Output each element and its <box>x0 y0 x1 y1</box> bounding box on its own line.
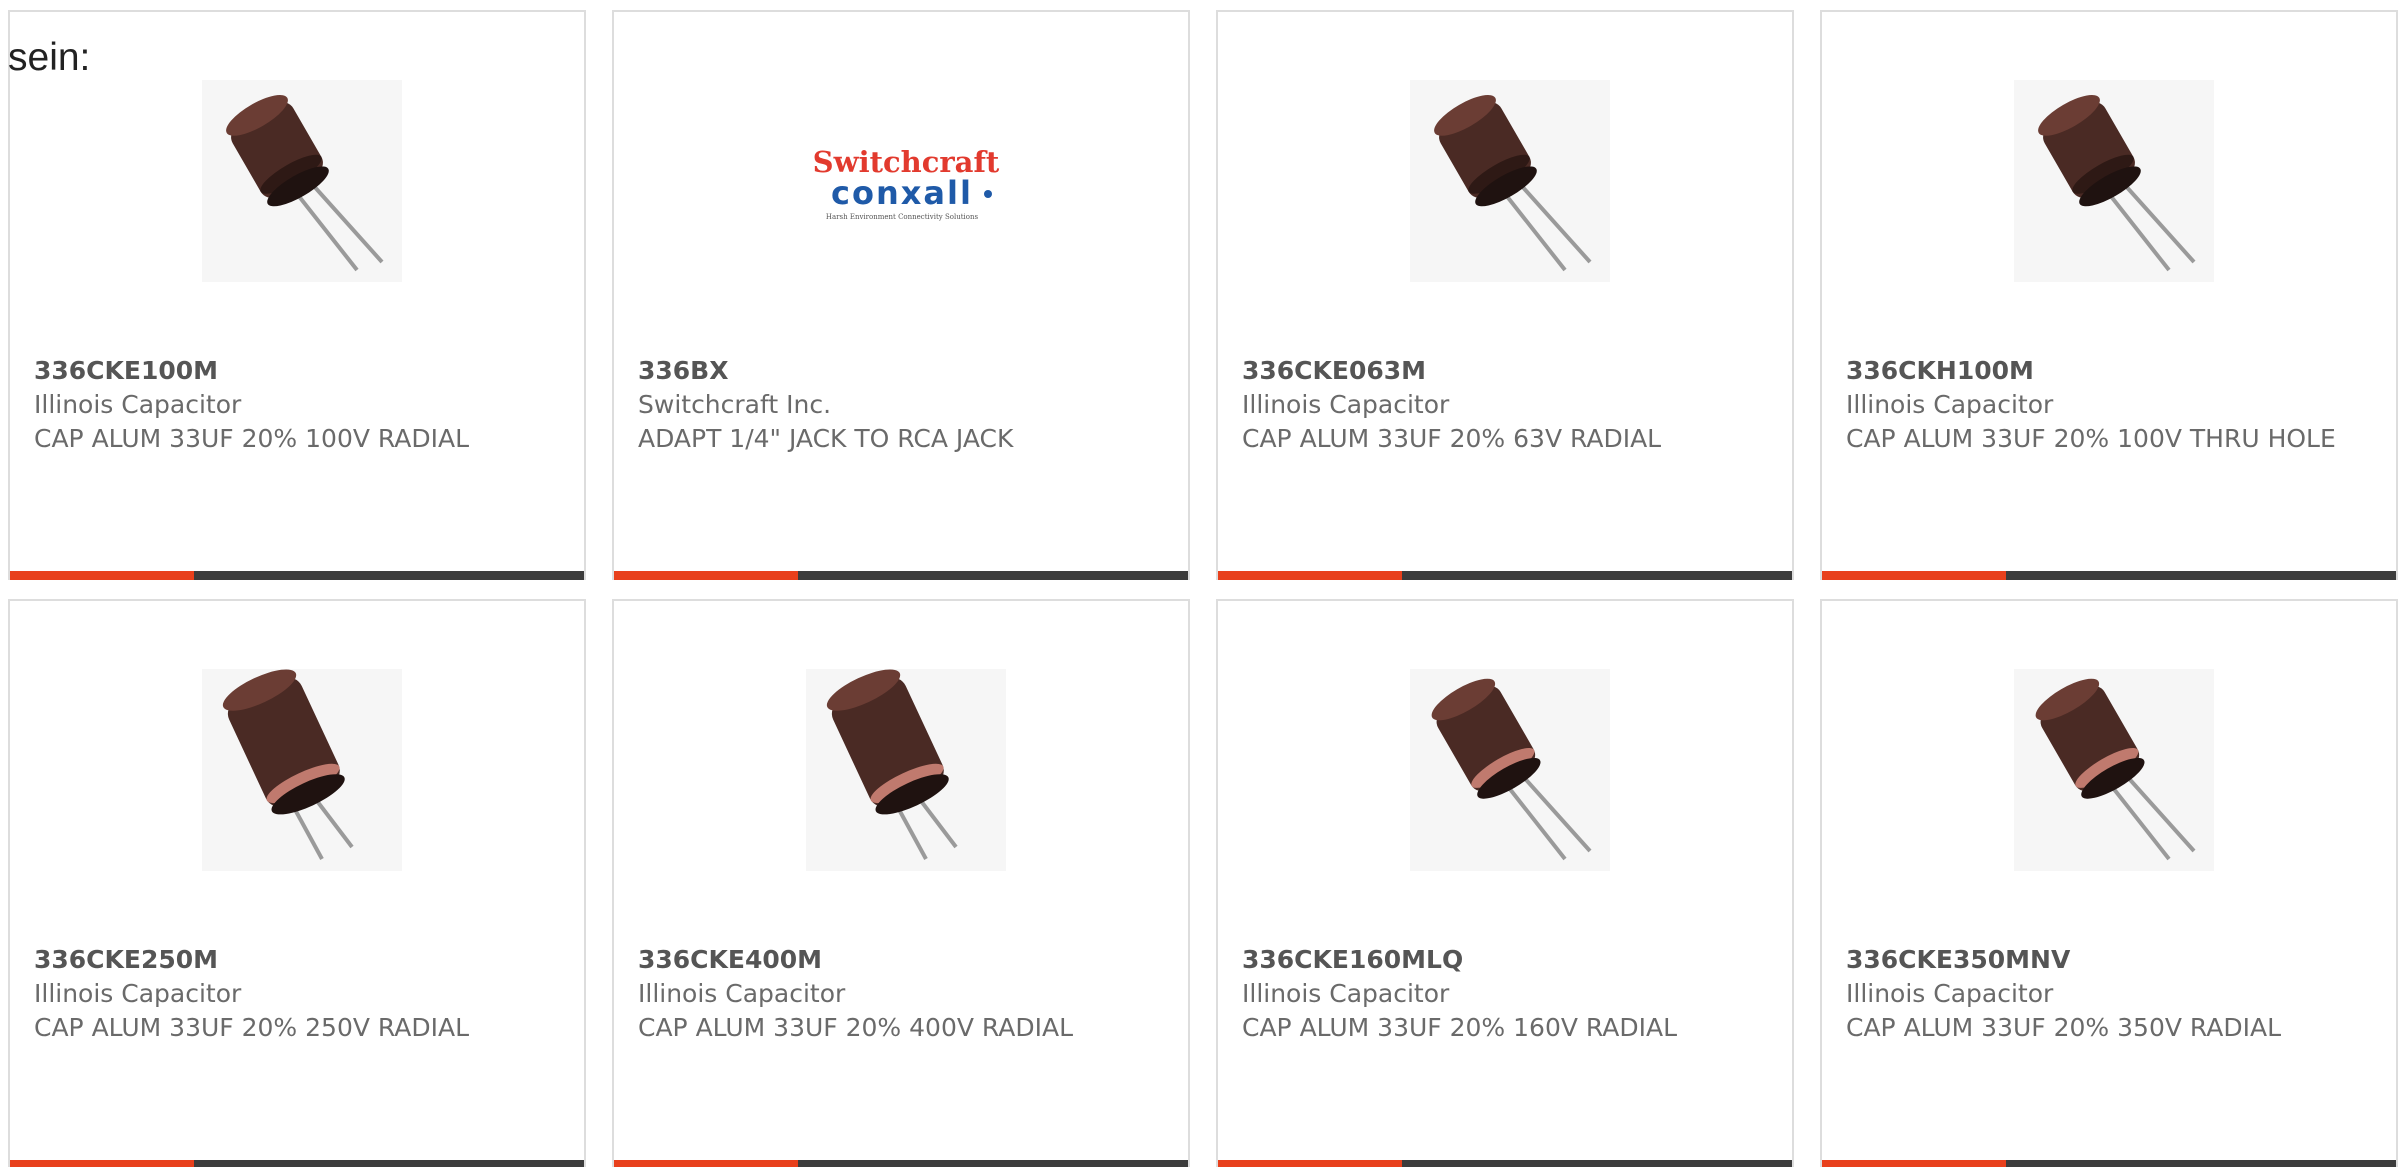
product-card[interactable]: 336CKE160MLQ Illinois Capacitor CAP ALUM… <box>1216 599 1794 1167</box>
product-card-link[interactable]: 336CKE400M Illinois Capacitor CAP ALUM 3… <box>614 601 1188 1167</box>
card-bottom-bar <box>1822 1160 2396 1167</box>
card-accent-bar <box>1218 571 1402 580</box>
part-number[interactable]: 336CKE063M <box>1242 354 1768 388</box>
description: ADAPT 1/4" JACK TO RCA JACK <box>638 424 1014 453</box>
card-bottom-bar <box>614 571 1188 580</box>
card-bottom-bar <box>10 1160 584 1167</box>
part-number[interactable]: 336BX <box>638 354 1164 388</box>
product-card-link[interactable]: 336CKH100M Illinois Capacitor CAP ALUM 3… <box>1822 12 2396 580</box>
description: CAP ALUM 33UF 20% 250V RADIAL <box>34 1013 470 1042</box>
description: CAP ALUM 33UF 20% 100V THRU HOLE <box>1846 424 2336 453</box>
product-info: 336CKH100M Illinois Capacitor CAP ALUM 3… <box>1846 354 2372 456</box>
card-bottom-bar <box>614 1160 1188 1167</box>
switchcraft-conxall-logo: Switchcraft conxall Harsh Environment Co… <box>806 80 1006 282</box>
part-number[interactable]: 336CKH100M <box>1846 354 2372 388</box>
capacitor-photo <box>202 669 402 871</box>
capacitor-icon <box>2038 95 2196 272</box>
card-accent-bar <box>10 571 194 580</box>
capacitor-icon <box>222 669 354 860</box>
description: CAP ALUM 33UF 20% 63V RADIAL <box>1242 424 1662 453</box>
card-accent-bar <box>1822 571 2006 580</box>
manufacturer: Illinois Capacitor <box>1846 390 2054 419</box>
capacitor-icon <box>826 669 958 860</box>
product-info: 336CKE350MNV Illinois Capacitor CAP ALUM… <box>1846 943 2372 1045</box>
description: CAP ALUM 33UF 20% 160V RADIAL <box>1242 1013 1678 1042</box>
logo-line2: conxall <box>831 174 973 212</box>
card-bottom-bar <box>1218 571 1792 580</box>
product-info: 336CKE160MLQ Illinois Capacitor CAP ALUM… <box>1242 943 1768 1045</box>
description: CAP ALUM 33UF 20% 350V RADIAL <box>1846 1013 2282 1042</box>
product-card[interactable]: 336CKE100M Illinois Capacitor CAP ALUM 3… <box>8 10 586 580</box>
capacitor-photo <box>202 80 402 282</box>
product-card-link[interactable]: 336CKE063M Illinois Capacitor CAP ALUM 3… <box>1218 12 1792 580</box>
product-info: 336CKE250M Illinois Capacitor CAP ALUM 3… <box>34 943 560 1045</box>
product-card-link[interactable]: 336CKE160MLQ Illinois Capacitor CAP ALUM… <box>1218 601 1792 1167</box>
capacitor-icon <box>2035 678 2196 861</box>
capacitor-photo <box>1410 80 1610 282</box>
card-bottom-bar <box>1822 571 2396 580</box>
product-card[interactable]: 336CKE400M Illinois Capacitor CAP ALUM 3… <box>612 599 1190 1167</box>
card-accent-bar <box>1218 1160 1402 1167</box>
product-info: 336BX Switchcraft Inc. ADAPT 1/4" JACK T… <box>638 354 1164 456</box>
product-card[interactable]: 336CKH100M Illinois Capacitor CAP ALUM 3… <box>1820 10 2398 580</box>
card-accent-bar <box>614 1160 798 1167</box>
part-number[interactable]: 336CKE350MNV <box>1846 943 2372 977</box>
capacitor-photo <box>806 669 1006 871</box>
card-accent-bar <box>1822 1160 2006 1167</box>
manufacturer-logo-icon: Switchcraft conxall Harsh Environment Co… <box>813 145 1000 221</box>
capacitor-photo <box>2014 669 2214 871</box>
description: CAP ALUM 33UF 20% 100V RADIAL <box>34 424 470 453</box>
capacitor-icon <box>226 95 384 272</box>
capacitor-photo <box>2014 80 2214 282</box>
logo-tagline: Harsh Environment Connectivity Solutions <box>826 213 979 221</box>
manufacturer: Illinois Capacitor <box>638 979 846 1008</box>
product-card-link[interactable]: 336CKE250M Illinois Capacitor CAP ALUM 3… <box>10 601 584 1167</box>
product-card-link[interactable]: 336CKE100M Illinois Capacitor CAP ALUM 3… <box>10 12 584 580</box>
leading-text: sein: <box>8 36 91 79</box>
product-card[interactable]: 336CKE063M Illinois Capacitor CAP ALUM 3… <box>1216 10 1794 580</box>
manufacturer: Illinois Capacitor <box>34 979 242 1008</box>
product-grid: 336CKE100M Illinois Capacitor CAP ALUM 3… <box>8 10 2400 1167</box>
manufacturer: Illinois Capacitor <box>1846 979 2054 1008</box>
card-accent-bar <box>10 1160 194 1167</box>
part-number[interactable]: 336CKE250M <box>34 943 560 977</box>
card-accent-bar <box>614 571 798 580</box>
product-card-link[interactable]: Switchcraft conxall Harsh Environment Co… <box>614 12 1188 580</box>
card-bottom-bar <box>10 571 584 580</box>
product-card-link[interactable]: 336CKE350MNV Illinois Capacitor CAP ALUM… <box>1822 601 2396 1167</box>
card-bottom-bar <box>1218 1160 1792 1167</box>
product-card[interactable]: 336CKE350MNV Illinois Capacitor CAP ALUM… <box>1820 599 2398 1167</box>
manufacturer: Illinois Capacitor <box>1242 390 1450 419</box>
product-info: 336CKE100M Illinois Capacitor CAP ALUM 3… <box>34 354 560 456</box>
product-card[interactable]: 336CKE250M Illinois Capacitor CAP ALUM 3… <box>8 599 586 1167</box>
description: CAP ALUM 33UF 20% 400V RADIAL <box>638 1013 1074 1042</box>
capacitor-icon <box>1431 678 1592 861</box>
manufacturer: Switchcraft Inc. <box>638 390 832 419</box>
capacitor-photo <box>1410 669 1610 871</box>
part-number[interactable]: 336CKE400M <box>638 943 1164 977</box>
part-number[interactable]: 336CKE100M <box>34 354 560 388</box>
product-card[interactable]: Switchcraft conxall Harsh Environment Co… <box>612 10 1190 580</box>
page: sein: 336CKE100M Illinois Capacitor CAP … <box>0 0 2400 1167</box>
manufacturer: Illinois Capacitor <box>1242 979 1450 1008</box>
manufacturer: Illinois Capacitor <box>34 390 242 419</box>
capacitor-icon <box>1434 95 1592 272</box>
part-number[interactable]: 336CKE160MLQ <box>1242 943 1768 977</box>
product-info: 336CKE063M Illinois Capacitor CAP ALUM 3… <box>1242 354 1768 456</box>
product-info: 336CKE400M Illinois Capacitor CAP ALUM 3… <box>638 943 1164 1045</box>
